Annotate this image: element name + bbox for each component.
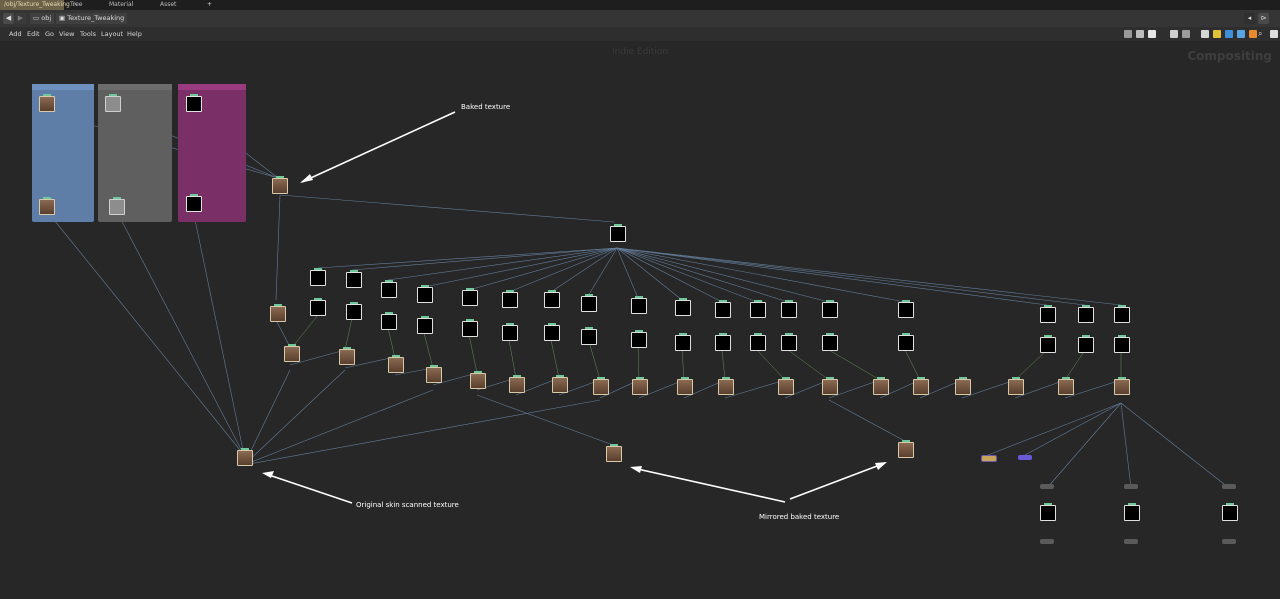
- cop-node[interactable]: [186, 94, 202, 112]
- blur-node[interactable]: [781, 333, 797, 351]
- network-box-header: [178, 84, 246, 90]
- cop-node[interactable]: [186, 194, 202, 212]
- composite-node[interactable]: [339, 347, 355, 365]
- channel-split-node[interactable]: [610, 224, 626, 242]
- output-node[interactable]: [1222, 484, 1236, 489]
- mask-node[interactable]: [544, 290, 560, 308]
- mask-node[interactable]: [1114, 305, 1130, 323]
- mask-node[interactable]: [822, 300, 838, 318]
- blur-node[interactable]: [822, 333, 838, 351]
- blur-node[interactable]: [581, 327, 597, 345]
- composite-node[interactable]: [426, 365, 442, 383]
- network-box-header: [98, 84, 172, 90]
- composite-node[interactable]: [552, 375, 568, 393]
- composite-node[interactable]: [1008, 377, 1024, 395]
- composite-node[interactable]: [873, 377, 889, 395]
- composite-node[interactable]: [718, 377, 734, 395]
- baked-texture-node[interactable]: [272, 176, 288, 194]
- mask-node[interactable]: [750, 300, 766, 318]
- mirror-node[interactable]: [898, 440, 914, 458]
- blur-node[interactable]: [715, 333, 731, 351]
- mask-node[interactable]: [898, 300, 914, 318]
- mask-node[interactable]: [1040, 305, 1056, 323]
- composite-node[interactable]: [1058, 377, 1074, 395]
- cop-node[interactable]: [39, 197, 55, 215]
- blur-node[interactable]: [750, 333, 766, 351]
- mask-node[interactable]: [581, 294, 597, 312]
- mask-node[interactable]: [381, 280, 397, 298]
- composite-node[interactable]: [955, 377, 971, 395]
- output-node[interactable]: [1124, 539, 1138, 544]
- blur-node[interactable]: [631, 330, 647, 348]
- output-merge-node[interactable]: [981, 455, 997, 462]
- output-merge-node[interactable]: [1018, 455, 1032, 460]
- blur-node[interactable]: [1040, 335, 1056, 353]
- original-texture-node[interactable]: [237, 448, 253, 466]
- output-node[interactable]: [1040, 484, 1054, 489]
- mask-node[interactable]: [715, 300, 731, 318]
- annotation-original-texture: Original skin scanned texture: [356, 501, 459, 509]
- annotation-mirrored-texture: Mirrored baked texture: [759, 513, 840, 521]
- mask-node[interactable]: [1078, 305, 1094, 323]
- composite-node[interactable]: [913, 377, 929, 395]
- mirror-node[interactable]: [606, 444, 622, 462]
- blur-node[interactable]: [544, 323, 560, 341]
- output-node[interactable]: [1040, 539, 1054, 544]
- mask-node[interactable]: [675, 298, 691, 316]
- output-preview-node[interactable]: [1222, 503, 1238, 521]
- blur-node[interactable]: [417, 316, 433, 334]
- blur-node[interactable]: [381, 312, 397, 330]
- composite-node[interactable]: [284, 344, 300, 362]
- blur-node[interactable]: [310, 298, 326, 316]
- composite-node[interactable]: [1114, 377, 1130, 395]
- composite-node[interactable]: [632, 377, 648, 395]
- mask-node[interactable]: [781, 300, 797, 318]
- composite-node[interactable]: [677, 377, 693, 395]
- blur-node[interactable]: [462, 319, 478, 337]
- mask-node[interactable]: [346, 270, 362, 288]
- annotation-baked-texture: Baked texture: [461, 103, 511, 111]
- composite-node[interactable]: [778, 377, 794, 395]
- composite-node[interactable]: [388, 355, 404, 373]
- blur-node[interactable]: [675, 333, 691, 351]
- cop-node[interactable]: [105, 94, 121, 112]
- composite-node[interactable]: [593, 377, 609, 395]
- output-node[interactable]: [1124, 484, 1138, 489]
- blur-node[interactable]: [502, 323, 518, 341]
- composite-node[interactable]: [822, 377, 838, 395]
- output-preview-node[interactable]: [1040, 503, 1056, 521]
- composite-node[interactable]: [470, 371, 486, 389]
- network-box-header: [32, 84, 94, 90]
- output-preview-node[interactable]: [1124, 503, 1140, 521]
- mask-node[interactable]: [417, 285, 433, 303]
- blur-node[interactable]: [1114, 335, 1130, 353]
- mask-node[interactable]: [310, 268, 326, 286]
- composite-node[interactable]: [509, 375, 525, 393]
- mask-node[interactable]: [631, 296, 647, 314]
- blur-node[interactable]: [346, 302, 362, 320]
- mask-node[interactable]: [462, 288, 478, 306]
- output-node[interactable]: [1222, 539, 1236, 544]
- cop-node[interactable]: [39, 94, 55, 112]
- blur-node[interactable]: [898, 333, 914, 351]
- composite-node[interactable]: [270, 304, 286, 322]
- blur-node[interactable]: [1078, 335, 1094, 353]
- cop-node[interactable]: [109, 197, 125, 215]
- mask-node[interactable]: [502, 290, 518, 308]
